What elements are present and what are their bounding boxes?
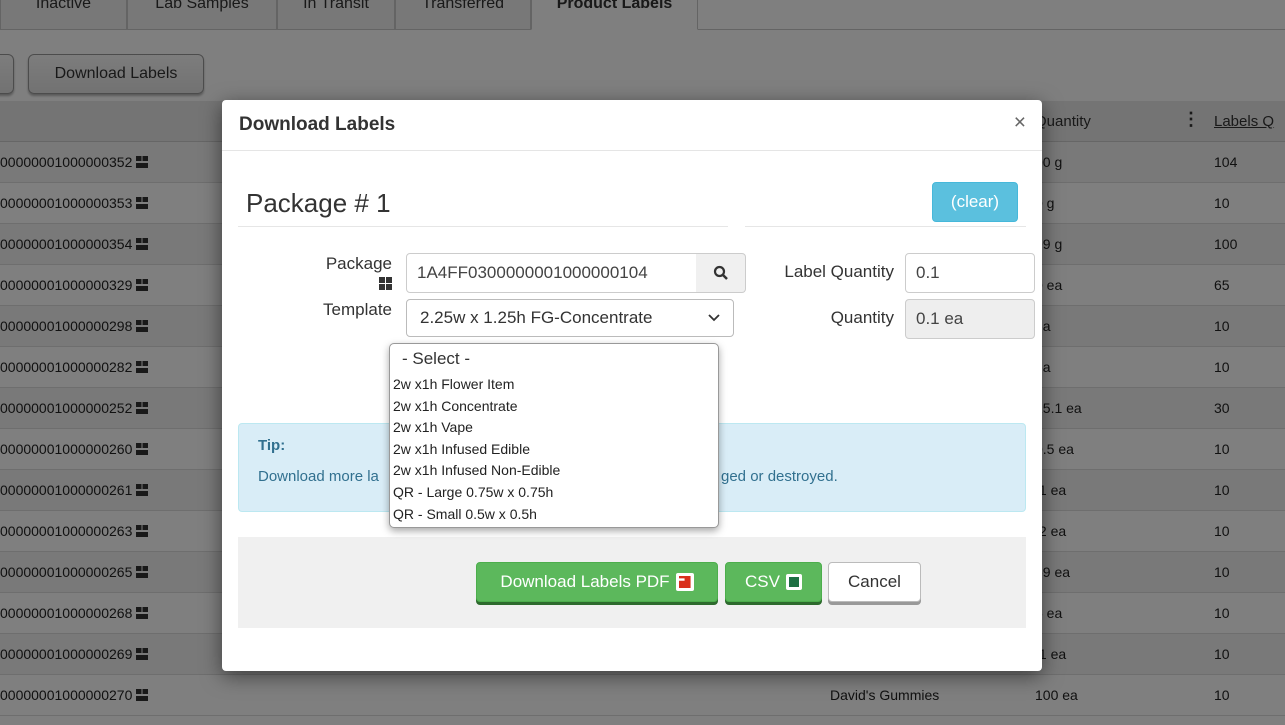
- package-label: Package: [325, 254, 392, 273]
- divider: [238, 226, 728, 227]
- package-input[interactable]: 1A4FF0300000001000000104: [406, 253, 697, 293]
- clear-button[interactable]: (clear): [932, 182, 1018, 222]
- button-label: (clear): [950, 192, 1000, 211]
- template-option[interactable]: - Select -: [390, 348, 718, 374]
- quantity-field: 0.1 ea: [905, 299, 1035, 339]
- grid-icon: [379, 277, 392, 290]
- tip-text-right: ged or destroyed.: [721, 468, 838, 485]
- quantity-label: Quantity: [830, 308, 894, 327]
- input-value: 0.1: [916, 263, 940, 282]
- template-option[interactable]: 2w x1h Infused Edible: [390, 439, 718, 461]
- csv-button[interactable]: CSV: [725, 562, 822, 602]
- pdf-icon: [675, 573, 694, 591]
- select-value: 2.25w x 1.25h FG-Concentrate: [420, 308, 653, 327]
- label-quantity-input[interactable]: 0.1: [905, 253, 1035, 293]
- label-quantity-label: Label Quantity: [784, 262, 894, 281]
- cancel-button[interactable]: Cancel: [828, 562, 921, 602]
- download-labels-modal: Download Labels × Package # 1 (clear) Pa…: [222, 100, 1042, 671]
- download-labels-pdf-button[interactable]: Download Labels PDF: [476, 562, 718, 602]
- excel-icon: [785, 574, 802, 590]
- template-option[interactable]: QR - Large 0.75w x 0.75h: [390, 482, 718, 504]
- template-option[interactable]: 2w x1h Concentrate: [390, 396, 718, 418]
- template-option[interactable]: 2w x1h Flower Item: [390, 374, 718, 396]
- template-option[interactable]: 2w x1h Vape: [390, 417, 718, 439]
- template-option[interactable]: QR - Small 0.5w x 0.5h: [390, 504, 718, 526]
- tip-title: Tip:: [258, 437, 286, 454]
- close-icon[interactable]: ×: [1014, 112, 1026, 133]
- chevron-down-icon: [708, 314, 720, 322]
- divider: [745, 226, 1026, 227]
- template-dropdown-list: - Select -2w x1h Flower Item 2w x1h Conce…: [389, 343, 719, 528]
- tip-text-left: Download more la: [258, 468, 379, 485]
- button-label: CSV: [745, 572, 780, 591]
- input-value: 0.1 ea: [916, 309, 964, 328]
- modal-header: Download Labels ×: [222, 100, 1042, 151]
- template-select[interactable]: 2.25w x 1.25h FG-Concentrate: [406, 299, 734, 337]
- modal-footer: Download Labels PDF CSV Cancel: [238, 537, 1026, 628]
- button-label: Download Labels PDF: [500, 572, 670, 591]
- button-label: Cancel: [848, 572, 901, 591]
- input-value: 1A4FF0300000001000000104: [417, 263, 648, 282]
- modal-title: Download Labels: [239, 114, 396, 135]
- template-option[interactable]: 2w x1h Infused Non-Edible: [390, 460, 718, 482]
- template-label: Template: [323, 300, 392, 319]
- package-heading: Package # 1: [246, 188, 391, 218]
